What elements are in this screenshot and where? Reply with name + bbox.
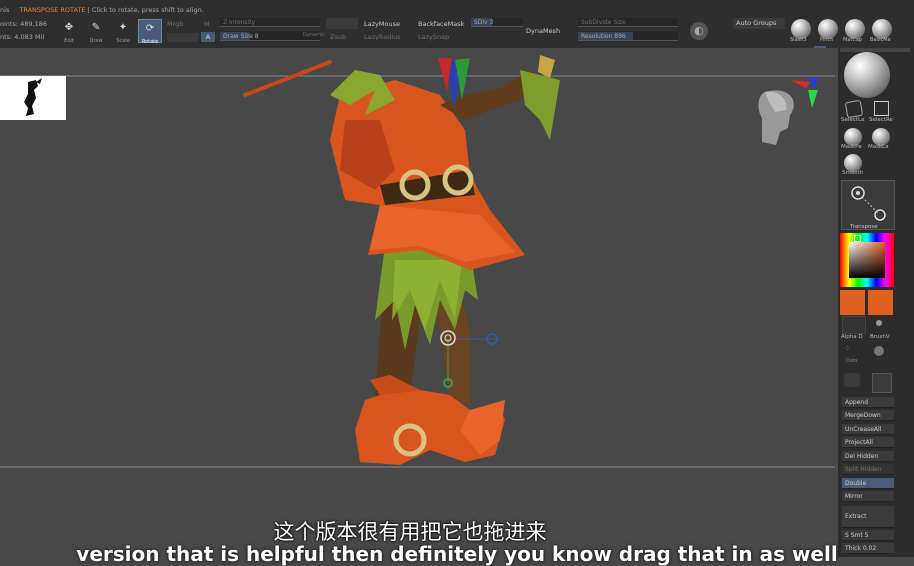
edit-icon: ✥ bbox=[64, 22, 74, 33]
navigation-head-icon bbox=[758, 90, 794, 145]
z-intensity-slider[interactable]: Z Intensity bbox=[220, 18, 320, 27]
transpose-icon bbox=[851, 186, 886, 221]
mask-lasso-label: MaskLa bbox=[868, 144, 889, 150]
mask-pen-label: MaskPe bbox=[841, 144, 862, 150]
tool-option-b[interactable] bbox=[872, 373, 892, 393]
uncrease-all-button[interactable]: UnCreaseAll bbox=[842, 424, 894, 435]
auto-groups-button[interactable]: Auto Groups bbox=[733, 18, 785, 29]
select-rect-label: SelectRe bbox=[869, 117, 893, 123]
points-count: oints: 489,186 bbox=[0, 20, 47, 28]
mrgb-toggle[interactable]: Mrgb bbox=[167, 20, 183, 28]
tool-option-a[interactable] bbox=[844, 373, 860, 387]
edit-label: Edit bbox=[64, 38, 74, 44]
project-all-button[interactable]: ProjectAll bbox=[842, 437, 894, 448]
secondary-color-swatch[interactable] bbox=[868, 290, 893, 315]
hue-selector[interactable] bbox=[854, 235, 861, 242]
z-intensity-label: Z Intensity bbox=[223, 19, 256, 26]
subdivide-size-label: SubDivide Size bbox=[581, 19, 626, 26]
total-points-count: nts: 4.083 Mil bbox=[0, 33, 45, 41]
orientation-gizmo bbox=[790, 78, 818, 108]
pinch-brush-icon[interactable] bbox=[818, 19, 838, 39]
spear-shape bbox=[243, 60, 332, 97]
m-toggle[interactable]: M bbox=[204, 20, 210, 28]
resolution-label: Resolution 896 bbox=[581, 33, 626, 40]
slash3-brush-label: Slash3 bbox=[790, 37, 807, 43]
tool-hint: | Click to rotate, press shift to align. bbox=[87, 6, 204, 14]
dynamic-toggle[interactable]: Dynamic bbox=[303, 32, 325, 38]
select-lasso-label: SelectLa bbox=[841, 117, 865, 123]
right-tray: SelectLa SelectRe MaskPe MaskLa Smooth T… bbox=[838, 48, 914, 557]
del-hidden-button[interactable]: Del Hidden bbox=[842, 451, 894, 462]
thumbnail-preview bbox=[0, 76, 66, 120]
stroke-alt-icon[interactable] bbox=[874, 346, 884, 356]
hand-shape bbox=[538, 55, 555, 78]
alpha-label: Alpha D bbox=[841, 334, 863, 340]
rotate-button[interactable]: ⟳ Rotate bbox=[138, 19, 162, 45]
smooth-label: Smooth bbox=[842, 170, 864, 176]
draw-button[interactable]: ✎ Draw bbox=[85, 19, 107, 44]
transpose-label: Transpose bbox=[850, 224, 878, 230]
tool-mode-label: TRANSPOSE ROTATE bbox=[19, 6, 86, 14]
double-button[interactable]: Double bbox=[842, 478, 894, 489]
draw-icon: ✎ bbox=[91, 22, 101, 33]
mirror-button[interactable]: Mirror bbox=[842, 491, 894, 502]
3d-viewport[interactable] bbox=[0, 48, 835, 557]
current-material-sphere[interactable] bbox=[844, 52, 890, 98]
move-icon: ✦ bbox=[118, 22, 128, 33]
dots-stroke-icon[interactable]: ⁘ bbox=[844, 344, 862, 358]
zadd-button[interactable] bbox=[326, 18, 358, 29]
draw-label: Draw bbox=[89, 38, 103, 44]
primary-color-swatch[interactable] bbox=[840, 290, 865, 315]
sdiv-label: SDiv 3 bbox=[474, 19, 494, 26]
move-label: Scale bbox=[116, 38, 130, 44]
status-line: nis TRANSPOSE ROTATE | Click to rotate, … bbox=[0, 6, 204, 14]
matcap-material-icon[interactable] bbox=[845, 19, 865, 39]
lazy-snap-slider[interactable]: LazySnap bbox=[418, 33, 449, 41]
sdiv-slider[interactable]: SDiv 3 bbox=[471, 18, 523, 27]
top-toolbar: nis TRANSPOSE ROTATE | Click to rotate, … bbox=[0, 0, 914, 50]
basic-material-icon[interactable] bbox=[872, 19, 892, 39]
lasso-icon[interactable] bbox=[844, 99, 864, 119]
character-model bbox=[330, 55, 560, 465]
move-button[interactable]: ✦ Scale bbox=[112, 19, 134, 44]
sleeve-shape bbox=[520, 70, 560, 140]
brush-dot-icon[interactable] bbox=[876, 320, 882, 326]
color-saturation-box[interactable] bbox=[849, 242, 885, 278]
lazy-mouse-button[interactable]: LazyMouse bbox=[364, 20, 400, 28]
draw-size-label: Draw Size 8 bbox=[223, 33, 259, 40]
alpha-slot[interactable] bbox=[842, 316, 866, 334]
pinch-brush-label: Pinch bbox=[820, 37, 834, 43]
color-picker[interactable] bbox=[840, 233, 894, 287]
brush-label: BrushV bbox=[870, 334, 890, 340]
tray-top-strip bbox=[840, 48, 910, 52]
lazy-radius-slider[interactable]: LazyRadius bbox=[364, 33, 401, 41]
subdivide-size-slider[interactable]: SubDivide Size bbox=[578, 18, 678, 27]
zsub-button[interactable]: Zsub bbox=[330, 33, 346, 41]
resolution-slider[interactable]: Resolution 896 bbox=[578, 32, 678, 41]
rotate-icon: ⟳ bbox=[145, 23, 155, 34]
matcap-material-label: MatCap bbox=[843, 37, 863, 43]
edit-button[interactable]: ✥ Edit bbox=[58, 19, 80, 44]
menu-fragment[interactable]: nis bbox=[0, 6, 9, 14]
select-rect-icon[interactable] bbox=[874, 101, 889, 116]
rgb-slot[interactable] bbox=[167, 33, 198, 42]
thumbnail-silhouette-icon bbox=[24, 78, 42, 116]
dots-label: Dots bbox=[846, 358, 858, 364]
backface-mask-button[interactable]: BackfaceMask bbox=[418, 20, 464, 28]
append-button[interactable]: Append bbox=[842, 397, 894, 408]
a-toggle[interactable]: A bbox=[201, 32, 215, 42]
split-hidden-button[interactable]: Split Hidden bbox=[842, 464, 894, 475]
slash3-brush-icon[interactable] bbox=[791, 19, 811, 39]
basic-material-label: BasicMa bbox=[870, 37, 891, 43]
viewport-canvas bbox=[0, 55, 835, 468]
transpose-tool-button[interactable] bbox=[841, 180, 895, 230]
dynamesh-settings-icon[interactable]: ◐ bbox=[690, 22, 708, 40]
rotate-label: Rotate bbox=[141, 39, 159, 45]
subtitle-english: version that is helpful then definitely … bbox=[76, 542, 838, 566]
dynamesh-button[interactable]: DynaMesh bbox=[526, 27, 560, 35]
merge-down-button[interactable]: MergeDown bbox=[842, 410, 894, 421]
